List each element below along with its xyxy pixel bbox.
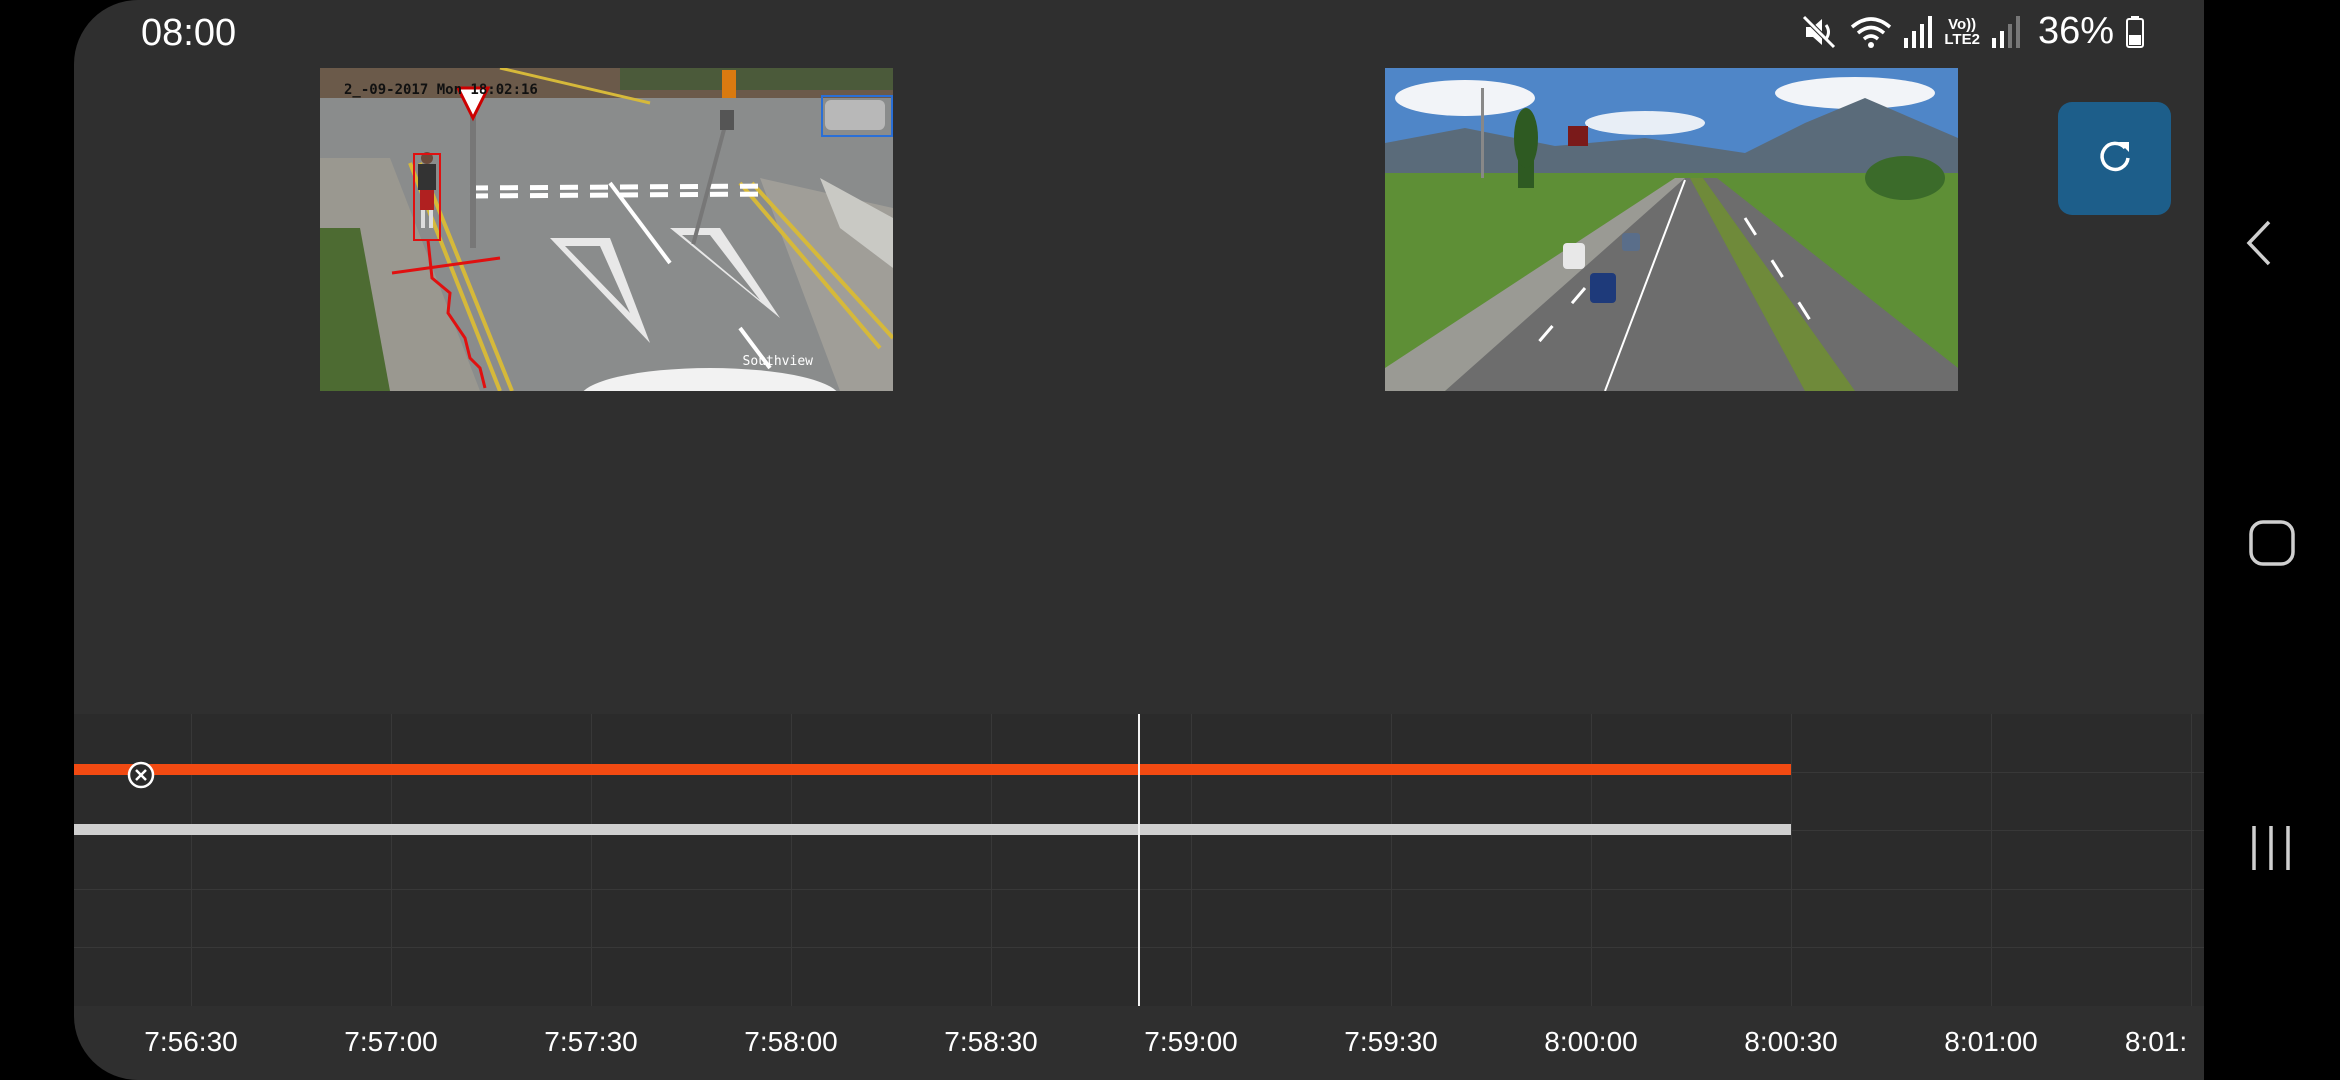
timeline-grid-line [191, 714, 192, 1006]
refresh-button[interactable] [2058, 102, 2171, 215]
timeline-tick-label: 7:58:00 [744, 1026, 838, 1057]
timeline-grid-line [2191, 714, 2192, 1006]
mute-icon [1802, 14, 1838, 49]
timeline-grid-line [1391, 714, 1392, 1006]
camera-timestamp: 2_-09-2017 Mon 18:02:16 [344, 82, 538, 98]
home-icon[interactable] [2249, 520, 2295, 571]
camera-feed-1[interactable]: 2_-09-2017 Mon 18:02:16 Southview [320, 68, 893, 391]
recording-track-2[interactable] [74, 824, 1791, 835]
recents-icon[interactable] [2250, 824, 2292, 877]
timeline-tick-label: 8:01: [2124, 1026, 2188, 1057]
timeline[interactable] [74, 714, 2204, 1006]
signal-icon [1904, 15, 1933, 48]
street-scene-image [320, 68, 893, 391]
timeline-grid-line [591, 714, 592, 1006]
timeline-grid-line [1591, 714, 1592, 1006]
timeline-tick-label: 8:01:00 [1944, 1026, 2038, 1057]
signal-icon-2 [1991, 15, 2020, 48]
status-time: 08:00 [141, 12, 237, 54]
timeline-tick-label: 7:56:30 [144, 1026, 238, 1057]
timeline-grid-line [991, 714, 992, 1006]
timeline-tick-label: 7:57:30 [544, 1026, 638, 1057]
back-chevron-icon[interactable] [2243, 218, 2277, 273]
camera-watermark: Southview [742, 354, 813, 369]
timeline-tick-label: 8:00:00 [1544, 1026, 1638, 1057]
timeline-tick-label: 7:58:30 [944, 1026, 1038, 1057]
camera-feed-2[interactable] [1385, 68, 1958, 391]
wifi-icon [1850, 15, 1892, 49]
status-icons: Vo)) LTE2 36% [1802, 10, 2144, 53]
timeline-grid-line [1791, 714, 1792, 1006]
refresh-icon [2095, 136, 2135, 181]
timeline-tick-label: 8:00:30 [1744, 1026, 1838, 1057]
battery-percent: 36% [2037, 10, 2114, 52]
battery-icon [2126, 15, 2144, 48]
app-screen: 08:00 Vo)) LTE2 36% 2_-09-2017 Mon 18:02… [74, 0, 2204, 1080]
remove-track-icon[interactable] [127, 761, 155, 789]
timeline-tick-label: 7:59:00 [1144, 1026, 1238, 1057]
timeline-tick-label: 7:57:00 [344, 1026, 438, 1057]
network-type: Vo)) LTE2 [1944, 15, 1980, 48]
highway-scene-image [1385, 68, 1958, 391]
timeline-grid-line [391, 714, 392, 1006]
timeline-grid-line [1991, 714, 1992, 1006]
timeline-tick-label: 7:59:30 [1344, 1026, 1438, 1057]
timeline-grid-line [791, 714, 792, 1006]
playhead[interactable] [1138, 714, 1140, 1006]
timeline-grid-line [1191, 714, 1192, 1006]
recording-track-1[interactable] [74, 764, 1791, 775]
